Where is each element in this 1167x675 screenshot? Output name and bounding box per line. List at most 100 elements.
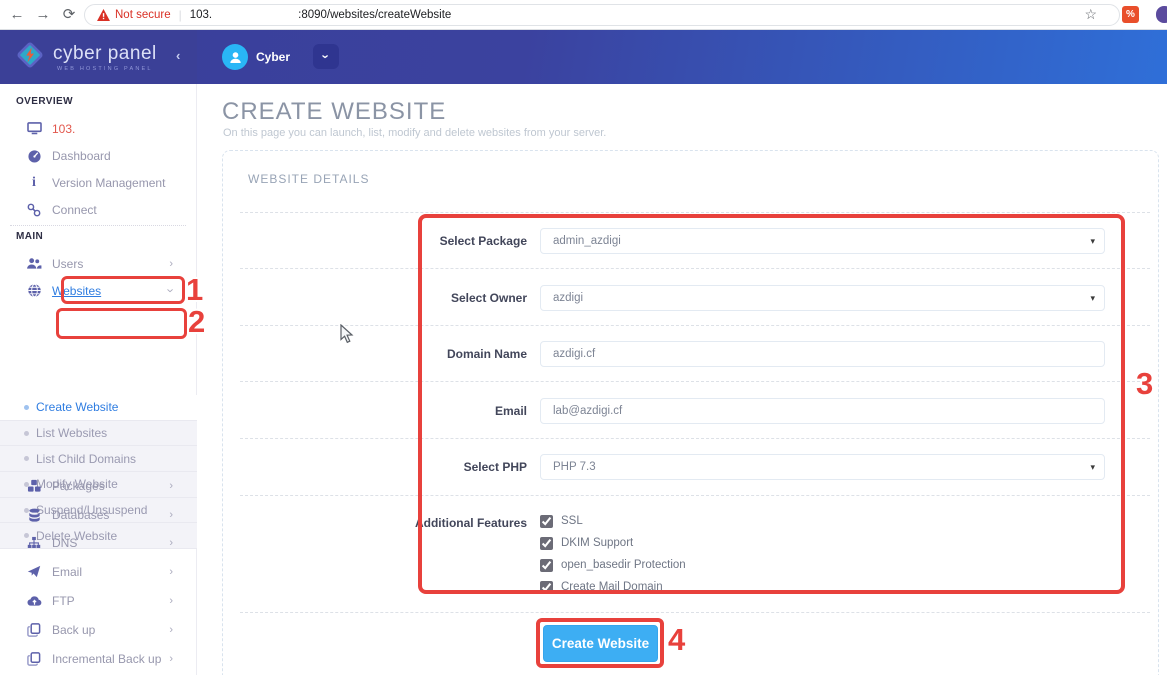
field-label-additional-features: Additional Features (414, 516, 527, 530)
sidebar-item-label: DNS (52, 535, 78, 550)
sidebar-item-users[interactable]: Users › (0, 250, 196, 277)
browser-toolbar: ← → ⟳ Not secure | 103. :8090/websites/c… (0, 0, 1167, 30)
chevron-right-icon: › (169, 565, 173, 578)
submenu-item-create-website[interactable]: Create Website (0, 395, 197, 421)
checkbox-label: Create Mail Domain (561, 581, 663, 593)
brand-logo-block[interactable]: cyber panel WEB HOSTING PANEL (0, 30, 197, 84)
submenu-item-list-child-domains[interactable]: List Child Domains (0, 446, 197, 473)
refresh-icon[interactable]: ⟳ (58, 4, 80, 26)
bullet-icon (24, 404, 29, 410)
selected-value: azdigi (553, 292, 584, 304)
caret-down-icon: ▾ (1090, 292, 1095, 303)
checkbox-label: open_basedir Protection (561, 559, 686, 571)
sidebar-item-label: Users (52, 256, 84, 271)
sidebar-section-main: MAIN (16, 231, 44, 242)
url-divider: | (178, 8, 182, 22)
card-section-title: WEBSITE DETAILS (248, 172, 370, 186)
sidebar-item-label: Databases (52, 507, 110, 522)
warning-icon (97, 9, 110, 21)
feature-open-basedir: open_basedir Protection (540, 556, 686, 574)
select-owner-dropdown[interactable]: azdigi ▾ (540, 285, 1105, 311)
sidebar-item-databases[interactable]: Databases › (0, 501, 196, 528)
submenu-item-label: List Websites (36, 426, 108, 440)
sidebar-item-dns[interactable]: DNS › (0, 529, 196, 556)
ssl-checkbox[interactable] (540, 514, 553, 528)
brand-name: cyber panel (53, 42, 157, 64)
sidebar-item-label: Back up (52, 622, 96, 637)
address-bar[interactable]: Not secure | 103. :8090/websites/createW… (84, 4, 1120, 26)
extension-icon-2[interactable] (1156, 6, 1167, 23)
open-basedir-checkbox[interactable] (540, 558, 553, 572)
field-label-select-package: Select Package (439, 234, 527, 248)
cyberpanel-logo-icon (16, 41, 44, 74)
sidebar-item-label: Websites (52, 283, 102, 298)
checkbox-label: DKIM Support (561, 537, 634, 549)
field-label-select-owner: Select Owner (450, 291, 527, 305)
packages-icon (25, 479, 43, 493)
bullet-icon (24, 430, 29, 436)
field-label-email: Email (494, 404, 527, 418)
row-divider (240, 495, 1150, 496)
sidebar-item-packages[interactable]: Packages › (0, 472, 196, 499)
sitemap-icon (25, 536, 43, 549)
forward-icon[interactable]: → (32, 4, 54, 26)
sidebar-item-label: Version Management (52, 175, 166, 190)
submenu-item-list-websites[interactable]: List Websites (0, 421, 197, 447)
sidebar-item-label: 103. (52, 121, 76, 136)
row-divider (240, 268, 1150, 269)
sidebar-item-email[interactable]: Email › (0, 558, 196, 585)
sidebar-item-connect[interactable]: Connect (0, 196, 196, 223)
select-package-dropdown[interactable]: admin_azdigi ▾ (540, 228, 1105, 254)
copy-icon (25, 622, 43, 637)
chevron-down-icon: › (318, 54, 334, 59)
page-title: CREATE WEBSITE (222, 98, 447, 125)
sidebar-collapse-icon[interactable]: ‹ (176, 48, 180, 63)
bookmark-star-icon[interactable]: ☆ (1084, 6, 1097, 23)
monitor-icon (25, 122, 43, 135)
sidebar: OVERVIEW 103. Dashboard i Version Manage… (0, 84, 197, 675)
sidebar-item-websites[interactable]: Websites › (0, 277, 196, 304)
row-divider (240, 438, 1150, 439)
back-icon[interactable]: ← (6, 4, 28, 26)
page-subtitle: On this page you can launch, list, modif… (223, 127, 607, 139)
redacted-url-segment (212, 8, 299, 22)
security-status[interactable]: Not secure (115, 9, 171, 21)
brand-tagline: WEB HOSTING PANEL (57, 65, 153, 72)
extension-icon[interactable]: % (1122, 6, 1139, 23)
sidebar-divider (10, 225, 186, 226)
user-menu[interactable]: Cyber (222, 44, 290, 70)
brand-text: cyber panel WEB HOSTING PANEL (53, 43, 157, 72)
domain-name-input[interactable] (540, 341, 1105, 367)
chevron-right-icon: › (169, 652, 173, 665)
sidebar-item-backup[interactable]: Back up › (0, 616, 196, 643)
create-website-button[interactable]: Create Website (543, 625, 658, 662)
url-path: :8090/websites/createWebsite (298, 9, 452, 21)
sidebar-item-label: Dashboard (52, 148, 111, 163)
chevron-right-icon: › (169, 479, 173, 492)
user-name: Cyber (256, 50, 291, 64)
create-mail-domain-checkbox[interactable] (540, 580, 553, 594)
sidebar-item-label: FTP (52, 593, 75, 608)
selected-value: PHP 7.3 (553, 461, 596, 473)
sidebar-item-label: Packages (52, 478, 105, 493)
submenu-item-label: Create Website (36, 400, 119, 415)
select-php-dropdown[interactable]: PHP 7.3 ▾ (540, 454, 1105, 480)
dashboard-icon (25, 149, 43, 163)
chevron-right-icon: › (169, 257, 173, 270)
sidebar-item-server-ip[interactable]: 103. (0, 115, 196, 142)
database-icon (25, 508, 43, 522)
sidebar-item-ftp[interactable]: FTP › (0, 587, 196, 614)
selected-value: admin_azdigi (553, 235, 621, 247)
info-icon: i (32, 174, 36, 190)
bullet-icon (24, 456, 29, 462)
sidebar-item-version-management[interactable]: i Version Management (0, 169, 196, 196)
sidebar-item-dashboard[interactable]: Dashboard (0, 142, 196, 169)
sidebar-item-label: Email (52, 564, 83, 579)
email-input[interactable] (540, 398, 1105, 424)
user-dropdown-button[interactable]: › (313, 44, 339, 69)
url-host: 103. (189, 9, 213, 21)
row-divider (240, 381, 1150, 382)
sidebar-item-incremental-backup[interactable]: Incremental Back up › (0, 645, 196, 672)
dkim-checkbox[interactable] (540, 536, 553, 550)
link-icon (25, 203, 43, 217)
